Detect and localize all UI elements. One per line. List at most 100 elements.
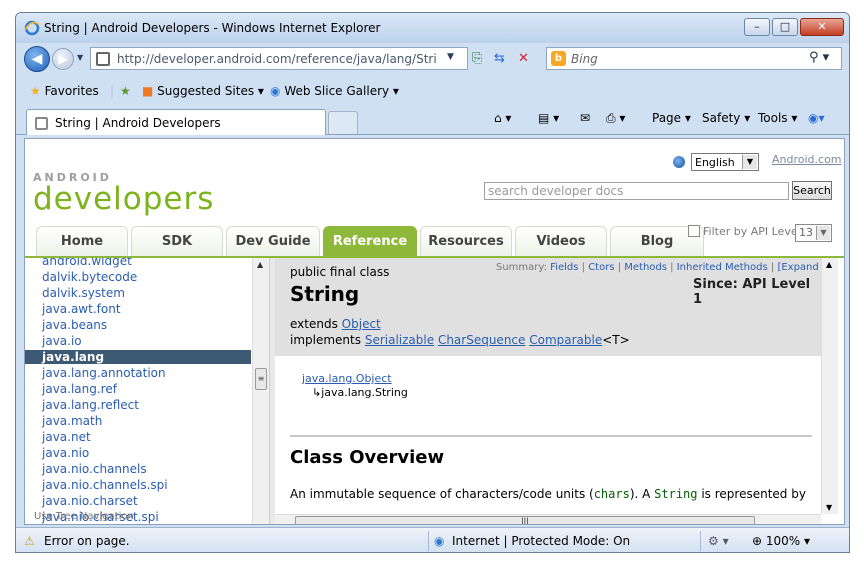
warning-icon[interactable]: ⚠ [24,534,35,548]
since-api-level: Since: API Level 1 [693,277,811,307]
tab-dev-guide[interactable]: Dev Guide [226,226,320,257]
maximize-button[interactable]: □ [772,18,798,36]
package-item[interactable]: java.math [42,414,102,428]
package-item[interactable]: java.lang.annotation [42,366,166,380]
page-icon [96,52,110,66]
search-box[interactable]: b Bing ⚲ ▾ [546,47,842,70]
api-filter[interactable]: Filter by API Level: [688,225,804,238]
android-com-link[interactable]: Android.com [772,153,842,166]
minimize-button[interactable]: – [744,18,770,36]
tools-menu[interactable]: Tools ▾ [758,111,797,125]
compatibility-view-icon[interactable]: ⎘ [472,51,482,66]
new-tab-button[interactable] [328,111,358,134]
comparable-link[interactable]: Comparable [529,333,602,347]
safety-menu[interactable]: Safety ▾ [702,111,750,125]
package-list: android.widget dalvik.bytecode dalvik.syst… [25,258,251,524]
error-status[interactable]: Error on page. [44,534,130,548]
summary-ctors-link[interactable]: Ctors [588,262,614,273]
zoom-control[interactable]: ⊕ 100% ▾ [752,534,810,548]
api-filter-checkbox[interactable] [688,225,700,237]
help-icon[interactable]: ◉▾ [808,111,825,125]
tab-sdk[interactable]: SDK [131,226,223,257]
package-item[interactable]: java.lang.ref [42,382,117,396]
tab-videos[interactable]: Videos [515,226,607,257]
object-link[interactable]: Object [342,317,381,331]
tab-resources[interactable]: Resources [420,226,512,257]
package-item[interactable]: dalvik.bytecode [42,270,137,284]
hierarchy-object-link[interactable]: java.lang.Object [302,372,392,385]
horizontal-scrollbar[interactable]: ||| [275,514,821,524]
divider: | [110,84,115,98]
package-item[interactable]: java.nio.channels.spi [42,478,168,492]
suggested-sites-button[interactable]: ■ Suggested Sites ▾ [142,84,264,98]
scroll-down-icon[interactable]: ▼ [826,503,832,512]
add-favorite-icon[interactable]: ★ [120,84,131,98]
package-item[interactable]: java.lang.reflect [42,398,139,412]
divider [700,531,701,551]
address-bar[interactable]: http://developer.android.com/reference/j… [90,47,468,70]
package-item[interactable]: java.nio.channels [42,462,147,476]
class-overview-heading: Class Overview [290,447,445,468]
package-item[interactable]: java.beans [42,318,107,332]
docs-search-input[interactable]: search developer docs [484,182,789,200]
expand-all-link[interactable]: [Expand All] [777,262,821,273]
package-item[interactable]: java.lang [25,350,251,364]
zoom-icon: ⊕ [752,534,763,548]
status-bar: ⚠ Error on page. ◉ Internet | Protected … [16,527,849,552]
api-level-select[interactable]: 13 ▼ [795,224,832,242]
navigation-bar: ◀ ▶ ▼ http://developer.android.com/refer… [16,43,849,75]
globe-icon [673,156,685,168]
package-item[interactable]: java.awt.font [42,302,121,316]
chevron-down-icon: ▼ [742,155,757,169]
search-icon[interactable]: ⚲ ▾ [809,50,829,65]
back-button[interactable]: ◀ [24,46,50,72]
tab-home[interactable]: Home [36,226,128,257]
address-input[interactable]: http://developer.android.com/reference/j… [117,52,437,66]
forward-button[interactable]: ▶ [52,48,74,70]
package-item[interactable]: android.widget [42,258,132,268]
print-icon[interactable]: ⎙ ▾ [606,111,625,126]
home-icon[interactable]: ⌂ ▾ [494,111,511,125]
mail-icon[interactable]: ✉ [580,111,590,125]
serializable-link[interactable]: Serializable [365,333,434,347]
charsequence-link[interactable]: CharSequence [438,333,525,347]
stop-icon[interactable]: ✕ [518,51,529,66]
page-menu[interactable]: Page ▾ [652,111,691,125]
scroll-thumb[interactable]: ||| [295,516,755,524]
web-slice-gallery-button[interactable]: ◉ Web Slice Gallery ▾ [270,84,399,98]
summary-inherited-methods-link[interactable]: Inherited Methods [677,262,768,273]
developers-logo[interactable]: developers [33,181,214,217]
language-select[interactable]: English ▼ [691,153,759,171]
close-button[interactable]: ✕ [800,18,844,36]
tab-reference[interactable]: Reference [323,226,417,257]
scroll-up-icon[interactable]: ▲ [257,260,263,269]
security-zone[interactable]: Internet | Protected Mode: On [452,534,630,548]
package-item[interactable]: java.net [42,430,91,444]
package-item[interactable]: dalvik.system [42,286,125,300]
scroll-up-icon[interactable]: ▲ [826,260,832,269]
address-dropdown-icon[interactable]: ▼ [447,52,454,62]
scroll-thumb[interactable]: ≡ [255,368,267,390]
page-content: ANDROID developers English ▼ Android.com … [24,138,845,525]
site-header: ANDROID developers English ▼ Android.com … [25,139,844,258]
refresh-icon[interactable]: ⇆ [494,51,505,66]
package-item[interactable]: java.nio [42,446,89,460]
bing-icon: b [551,51,566,66]
search-input[interactable]: Bing [571,52,598,66]
summary-fields-link[interactable]: Fields [550,262,578,273]
search-button[interactable]: Search [792,181,832,200]
package-list-scrollbar[interactable]: ▲ ≡ [252,258,269,524]
tab-label: String | Android Developers [55,116,221,130]
tree-navigation-link[interactable]: Use Tree Navigation [34,511,134,522]
doc-scrollbar[interactable]: ▲ ▼ [821,258,838,514]
package-item[interactable]: java.io [42,334,82,348]
favorites-button[interactable]: ★ Favorites [30,84,99,98]
feeds-icon[interactable]: ▤ ▾ [538,111,559,125]
protected-mode-icon[interactable]: ⚙ ▾ [708,534,729,548]
summary-methods-link[interactable]: Methods [624,262,667,273]
recent-pages-dropdown-icon[interactable]: ▼ [77,53,83,62]
globe-icon: ◉ [434,534,445,548]
package-item[interactable]: java.nio.charset [42,494,138,508]
browser-window: String | Android Developers - Windows In… [15,12,850,553]
tab-string-android-developers[interactable]: String | Android Developers [26,109,326,135]
